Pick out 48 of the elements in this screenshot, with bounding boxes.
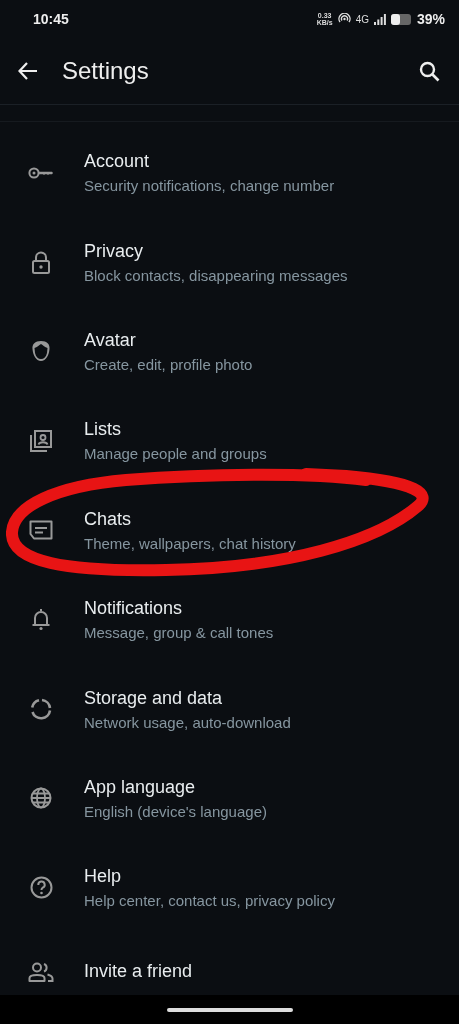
item-subtitle: Create, edit, profile photo bbox=[84, 355, 253, 373]
screen-title: Settings bbox=[62, 57, 150, 85]
settings-item[interactable]: Help Help center, contact us, privacy policy bbox=[0, 843, 459, 933]
search-icon[interactable] bbox=[419, 60, 440, 82]
item-title: Storage and data bbox=[84, 687, 224, 709]
globe-icon bbox=[30, 787, 52, 810]
item-subtitle: Block contacts, disappearing messages bbox=[84, 266, 348, 284]
home-indicator[interactable] bbox=[166, 1007, 293, 1012]
chat-icon bbox=[29, 520, 53, 541]
network-type: 4G bbox=[355, 13, 369, 25]
item-title: Avatar bbox=[84, 329, 137, 351]
people-icon bbox=[28, 961, 54, 982]
settings-item[interactable]: Privacy Block contacts, disappearing messages bbox=[0, 217, 459, 307]
item-title: Help bbox=[84, 866, 123, 888]
item-title: Lists bbox=[84, 419, 122, 441]
help-icon bbox=[29, 876, 53, 900]
lock-icon bbox=[32, 250, 50, 274]
back-arrow-icon[interactable] bbox=[18, 62, 38, 80]
avatar-face-icon bbox=[31, 340, 51, 363]
bell-icon bbox=[31, 608, 51, 632]
item-title: Notifications bbox=[84, 598, 184, 620]
item-subtitle: Theme, wallpapers, chat history bbox=[84, 534, 296, 552]
item-subtitle: Manage people and groups bbox=[84, 445, 267, 463]
item-subtitle: Network usage, auto-download bbox=[84, 713, 291, 731]
settings-item[interactable]: Avatar Create, edit, profile photo bbox=[0, 306, 459, 397]
item-subtitle: Help center, contact us, privacy policy bbox=[84, 892, 335, 910]
settings-item[interactable]: Lists Manage people and groups bbox=[0, 396, 459, 486]
settings-item[interactable]: Chats Theme, wallpapers, chat history bbox=[0, 485, 459, 575]
settings-item[interactable]: Account Security notifications, change number bbox=[0, 128, 459, 218]
settings-item[interactable]: Notifications Message, group & call tones bbox=[0, 574, 459, 665]
battery-icon bbox=[390, 13, 412, 25]
item-subtitle: Security notifications, change number bbox=[84, 177, 335, 195]
item-subtitle: Message, group & call tones bbox=[84, 624, 274, 642]
item-title: App language bbox=[84, 776, 197, 798]
hotspot-icon bbox=[337, 13, 351, 25]
settings-item[interactable]: App language English (device's language) bbox=[0, 753, 459, 844]
contact-list-icon bbox=[29, 428, 53, 453]
item-title: Chats bbox=[84, 508, 133, 530]
item-subtitle: English (device's language) bbox=[84, 802, 267, 820]
battery-percent: 39% bbox=[416, 11, 445, 27]
key-icon bbox=[28, 165, 54, 180]
item-title: Privacy bbox=[84, 240, 144, 262]
item-title: Account bbox=[84, 151, 151, 173]
settings-item[interactable]: Storage and data Network usage, auto-download bbox=[0, 664, 459, 754]
settings-item[interactable]: Invite a friend bbox=[0, 932, 459, 995]
item-title: Invite a friend bbox=[84, 961, 193, 982]
status-time: 10:45 bbox=[33, 11, 69, 27]
signal-icon bbox=[373, 13, 386, 25]
